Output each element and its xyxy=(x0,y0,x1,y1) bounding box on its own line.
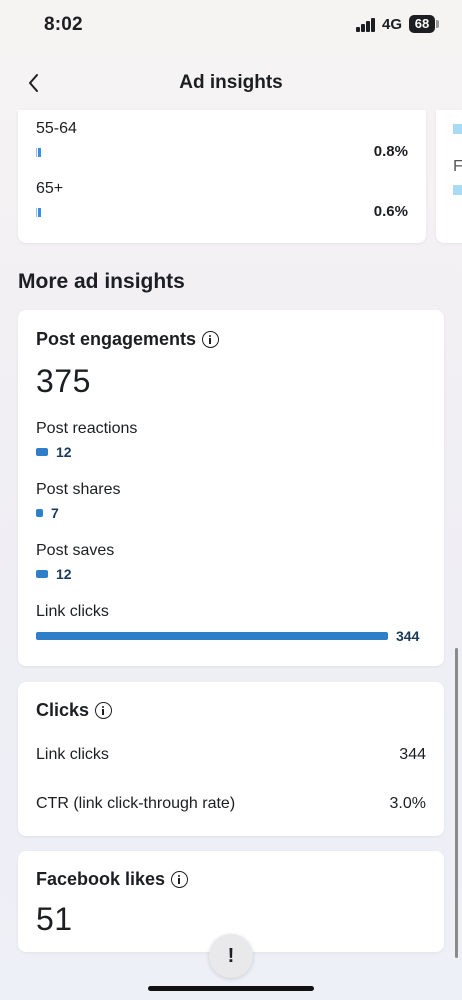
metric-row: 12 xyxy=(36,566,408,582)
clicks-row-value: 344 xyxy=(399,746,426,763)
battery-cap xyxy=(436,20,439,28)
age-percent: 0.8% xyxy=(373,143,408,160)
card-title-text: Post engagements xyxy=(36,329,197,349)
page-title: Ad insights xyxy=(179,72,283,93)
metric-bar xyxy=(36,632,388,640)
clicks-row-label: Link clicks xyxy=(36,746,109,763)
battery-icon: 68 xyxy=(409,15,435,33)
info-icon[interactable] xyxy=(202,331,220,348)
scrollbar[interactable] xyxy=(455,648,458,958)
metric-bar xyxy=(36,509,43,517)
next-breakdown-card[interactable]: F xyxy=(436,110,462,243)
metric-label: Post shares xyxy=(36,481,121,498)
info-icon[interactable] xyxy=(171,871,189,888)
home-indicator[interactable] xyxy=(148,986,314,991)
metric-row: 344 xyxy=(36,628,419,644)
age-label: 65+ xyxy=(36,180,64,197)
age-bar xyxy=(36,208,41,217)
facebook-likes-total: 51 xyxy=(36,901,73,937)
card-title-text: Clicks xyxy=(36,700,90,720)
metric-bar xyxy=(36,570,48,578)
card-title: Post engagements xyxy=(36,329,220,350)
post-engagements-card: Post engagements 375 Post reactions 12 P… xyxy=(18,310,444,666)
age-percent: 0.6% xyxy=(373,203,408,220)
metric-bar xyxy=(36,448,48,456)
clicks-row-label: CTR (link click-through rate) xyxy=(36,795,236,812)
side-card-bar xyxy=(453,124,462,134)
network-label: 4G xyxy=(382,16,403,33)
status-time: 8:02 xyxy=(44,14,83,35)
metric-row: 7 xyxy=(36,505,408,521)
metric-value: 12 xyxy=(56,444,72,460)
info-icon[interactable] xyxy=(95,702,113,719)
metric-value: 7 xyxy=(51,505,59,521)
section-title: More ad insights xyxy=(18,270,185,293)
nav-header: Ad insights xyxy=(0,52,462,114)
metric-value: 12 xyxy=(56,566,72,582)
metric-label: Post saves xyxy=(36,542,115,559)
metric-row: 12 xyxy=(36,444,408,460)
card-title: Clicks xyxy=(36,700,113,721)
age-bar xyxy=(36,148,41,157)
metric-label: Link clicks xyxy=(36,603,109,620)
side-card-bar xyxy=(453,185,462,195)
card-title: Facebook likes xyxy=(36,869,189,890)
alert-button[interactable]: ! xyxy=(209,934,253,978)
side-card-label: F xyxy=(453,158,462,175)
card-title-text: Facebook likes xyxy=(36,869,166,889)
metric-label: Post reactions xyxy=(36,420,138,437)
status-bar: 8:02 4G 68 xyxy=(0,0,462,52)
age-breakdown-card: 55-64 0.8% 65+ 0.6% xyxy=(18,110,426,243)
signal-icon xyxy=(356,18,376,32)
age-label: 55-64 xyxy=(36,120,77,137)
post-engagements-total: 375 xyxy=(36,363,91,399)
metric-value: 344 xyxy=(396,628,420,644)
clicks-row-value: 3.0% xyxy=(389,795,426,812)
clicks-card: Clicks Link clicks 344 CTR (link click-t… xyxy=(18,682,444,836)
